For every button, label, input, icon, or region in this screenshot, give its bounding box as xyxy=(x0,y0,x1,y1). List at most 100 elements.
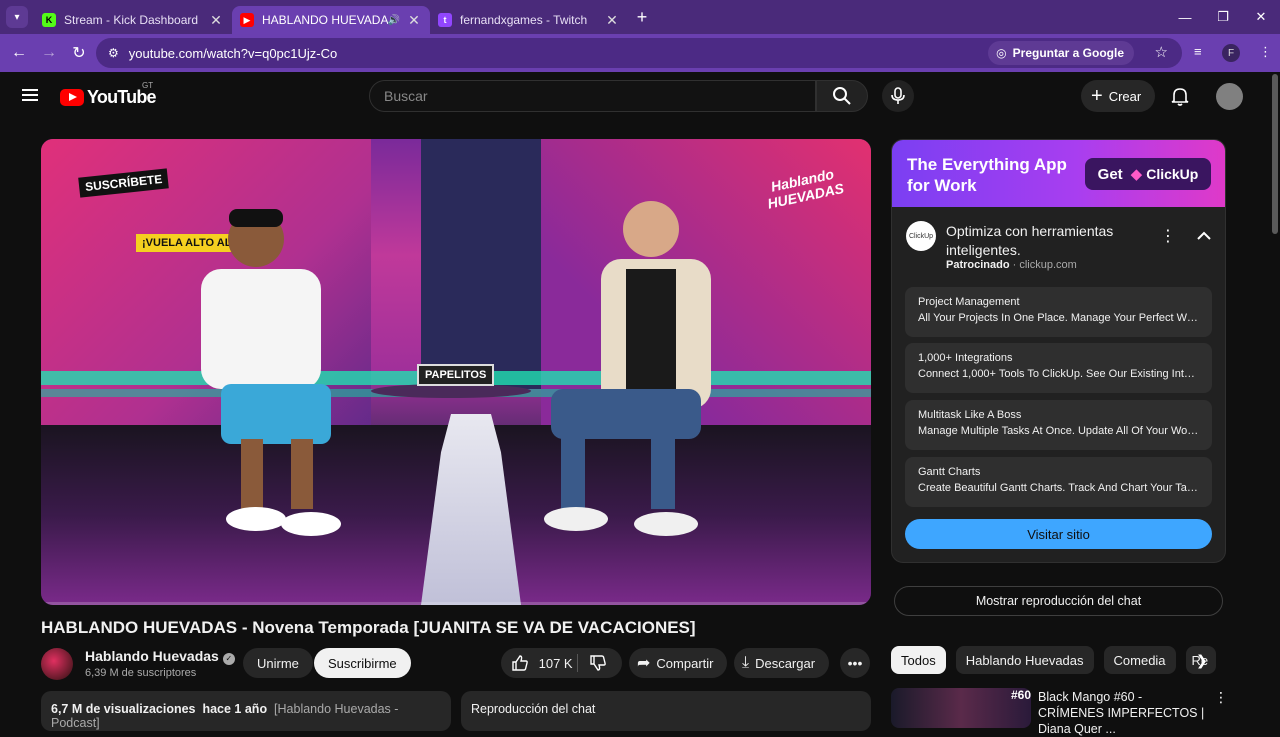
channel-name-row[interactable]: Hablando Huevadas ✓ xyxy=(85,648,235,665)
create-button[interactable]: + Crear xyxy=(1081,80,1156,112)
recommended-more-icon[interactable]: ⋮ xyxy=(1214,689,1228,706)
channel-name[interactable]: Hablando Huevadas xyxy=(85,648,219,664)
dislike-button[interactable] xyxy=(589,654,607,675)
notifications-button[interactable] xyxy=(1170,86,1190,111)
overlay-box-tag: PAPELITOS xyxy=(417,364,495,386)
ad-banner[interactable]: The Everything App for Work Get ◆ ClickU… xyxy=(892,140,1225,207)
plus-icon: + xyxy=(1091,85,1103,107)
ask-google-button[interactable]: ◎ Preguntar a Google xyxy=(988,41,1134,65)
ad-sitelink-title: 1,000+ Integrations xyxy=(918,352,1013,364)
new-tab-button[interactable]: + xyxy=(628,7,656,28)
video-title: HABLANDO HUEVADAS - Novena Temporada [JU… xyxy=(41,618,696,637)
ad-sitelink[interactable]: Multitask Like A Boss Manage Multiple Ta… xyxy=(905,400,1212,450)
youtube-play-icon xyxy=(60,89,84,106)
video-progress-bar[interactable] xyxy=(41,602,871,605)
subscribe-button[interactable]: Suscribirme xyxy=(314,648,411,678)
close-tab-icon[interactable]: ✕ xyxy=(406,12,422,29)
speaker-icon[interactable]: 🔊 xyxy=(388,15,400,26)
ad-sponsored-line: Patrocinado · clickup.com xyxy=(946,259,1077,271)
logo-wordmark: YouTube xyxy=(87,87,157,107)
like-button[interactable]: 107 K xyxy=(511,654,573,672)
country-code: GT xyxy=(142,81,154,90)
ad-banner-line2: for Work xyxy=(907,176,977,195)
site-info-icon[interactable]: ⚙ xyxy=(108,46,119,60)
profile-avatar[interactable]: F xyxy=(1222,44,1240,62)
forward-button[interactable]: → xyxy=(34,44,64,62)
microphone-icon xyxy=(891,87,905,104)
restore-button[interactable]: ❐ xyxy=(1204,0,1242,34)
subscriber-count: 6,39 M de suscriptores xyxy=(85,667,197,679)
tab-search-button[interactable]: ▾ xyxy=(6,6,28,28)
menu-icon[interactable] xyxy=(22,89,38,101)
recommended-title[interactable]: Black Mango #60 - CRÍMENES IMPERFECTOS |… xyxy=(1038,689,1208,737)
account-avatar[interactable] xyxy=(1216,83,1243,110)
clickup-logo-icon: ◆ xyxy=(1130,166,1143,183)
back-button[interactable]: ← xyxy=(4,44,34,62)
join-button[interactable]: Unirme xyxy=(243,648,313,678)
omnibox[interactable]: ⚙ youtube.com/watch?v=q0pc1Ujz-Co ◎ Preg… xyxy=(96,38,1182,68)
advertiser-logo[interactable]: ClickUp xyxy=(906,221,936,251)
address-bar-row: ← → ↻ ⚙ youtube.com/watch?v=q0pc1Ujz-Co … xyxy=(0,34,1280,72)
tab-youtube[interactable]: ▶ HABLANDO HUEVADAS - N 🔊 ✕ xyxy=(232,6,430,34)
ad-sitelink-title: Project Management xyxy=(918,296,1020,308)
reload-button[interactable]: ↻ xyxy=(64,43,94,63)
tab-kick-dashboard[interactable]: K Stream - Kick Dashboard ✕ xyxy=(34,6,232,34)
like-divider xyxy=(577,654,578,672)
close-tab-icon[interactable]: ✕ xyxy=(604,12,620,29)
ad-sitelink-desc: All Your Projects In One Place. Manage Y… xyxy=(918,312,1199,324)
chevron-right-icon[interactable]: ❯ xyxy=(1196,652,1208,669)
minimize-button[interactable]: — xyxy=(1166,0,1204,34)
ask-google-label: Preguntar a Google xyxy=(1012,46,1124,60)
verified-icon: ✓ xyxy=(222,653,235,665)
search-icon xyxy=(833,87,851,105)
voice-search-button[interactable] xyxy=(882,80,914,112)
ad-sitelink-title: Multitask Like A Boss xyxy=(918,409,1022,421)
media-control-icon[interactable]: ≡ xyxy=(1194,44,1202,59)
share-button[interactable]: ➦ Compartir xyxy=(629,648,728,678)
chat-replay-box[interactable]: Reproducción del chat xyxy=(461,691,871,731)
ad-headline[interactable]: Optimiza con herramientas inteligentes. xyxy=(946,222,1146,260)
scrollbar-thumb[interactable] xyxy=(1272,74,1278,234)
collapse-chevron-icon[interactable] xyxy=(1197,228,1211,246)
close-tab-icon[interactable]: ✕ xyxy=(208,12,224,29)
sponsored-label: Patrocinado xyxy=(946,259,1010,271)
share-icon: ➦ xyxy=(637,655,651,672)
url-text: youtube.com/watch?v=q0pc1Ujz-Co xyxy=(128,45,338,61)
description-box[interactable]: 6,7 M de visualizaciones hace 1 año [Hab… xyxy=(41,691,451,731)
page-scrollbar[interactable] xyxy=(1270,72,1280,720)
host-left-figure xyxy=(201,209,341,536)
ad-sitelink[interactable]: Gantt Charts Create Beautiful Gantt Char… xyxy=(905,457,1212,507)
ad-sitelink[interactable]: Project Management All Your Projects In … xyxy=(905,287,1212,337)
like-count: 107 K xyxy=(538,656,573,671)
studio-table xyxy=(371,384,531,398)
chip-comedy[interactable]: Comedia xyxy=(1103,646,1176,674)
browser-menu-icon[interactable]: ⋮ xyxy=(1259,44,1272,60)
ad-get-button[interactable]: Get ◆ ClickUp xyxy=(1085,158,1211,190)
tab-twitch[interactable]: t fernandxgames - Twitch ✕ xyxy=(430,6,628,34)
browser-tab-bar: ▾ K Stream - Kick Dashboard ✕ ▶ HABLANDO… xyxy=(0,0,1280,34)
tab-title: fernandxgames - Twitch xyxy=(460,13,588,27)
download-icon: ⤓ xyxy=(742,654,750,671)
ad-sitelink[interactable]: 1,000+ Integrations Connect 1,000+ Tools… xyxy=(905,343,1212,393)
video-player[interactable]: SUSCRÍBETE ¡VUELA ALTO ALONSO! Hablando … xyxy=(41,139,871,605)
create-label: Crear xyxy=(1108,88,1142,104)
chip-all[interactable]: Todos xyxy=(891,646,946,674)
host-right-figure xyxy=(544,201,711,536)
youtube-logo[interactable]: YouTube GT xyxy=(60,81,157,108)
ad-more-icon[interactable]: ⋮ xyxy=(1160,226,1176,246)
search-input[interactable]: Buscar xyxy=(369,80,816,112)
recommended-thumbnail[interactable]: #60 xyxy=(891,688,1031,728)
channel-avatar[interactable] xyxy=(41,648,73,680)
upload-age: hace 1 año xyxy=(202,702,268,716)
close-window-button[interactable]: ✕ xyxy=(1242,0,1280,34)
download-button[interactable]: ⤓ Descargar xyxy=(734,648,830,678)
ad-sitelink-title: Gantt Charts xyxy=(918,466,981,478)
bookmark-star-icon[interactable]: ☆ xyxy=(1155,43,1168,61)
chip-channel[interactable]: Hablando Huevadas xyxy=(955,646,1094,674)
ad-sitelink-desc: Connect 1,000+ Tools To ClickUp. See Our… xyxy=(918,368,1199,380)
visit-site-button[interactable]: Visitar sitio xyxy=(905,519,1212,549)
show-chat-replay-button[interactable]: Mostrar reproducción del chat xyxy=(894,586,1223,616)
more-actions-button[interactable]: ••• xyxy=(840,648,870,678)
share-label: Compartir xyxy=(656,655,714,671)
search-button[interactable] xyxy=(816,80,868,112)
